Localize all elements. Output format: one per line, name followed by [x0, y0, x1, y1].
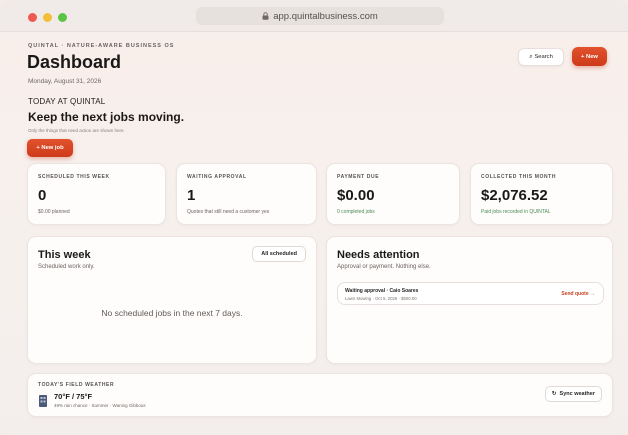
stat-note: 0 completed jobs	[337, 209, 375, 215]
sync-weather-label: Sync weather	[559, 391, 595, 397]
stat-label: SCHEDULED THIS WEEK	[38, 174, 110, 180]
attention-item-meta: Lawn Mowing · Oct 5, 2026 · $500.00	[345, 296, 417, 301]
headline-subtext: Only the things that need action are sho…	[28, 128, 125, 133]
stat-note: Quotes that still need a customer yes	[187, 209, 270, 215]
new-job-button[interactable]: + New job	[27, 139, 73, 157]
stat-value: $0.00	[337, 187, 375, 204]
stat-card-waiting-approval[interactable]: WAITING APPROVAL 1 Quotes that still nee…	[176, 163, 317, 225]
dashboard-page: QUINTAL · NATURE-AWARE BUSINESS OS Dashb…	[0, 33, 628, 435]
needs-attention-panel: Needs attention Approval or payment. Not…	[326, 236, 613, 364]
needs-attention-title: Needs attention	[337, 249, 420, 261]
empty-state-message: No scheduled jobs in the next 7 days.	[101, 308, 243, 318]
stat-card-collected[interactable]: COLLECTED THIS MONTH $2,076.52 Paid jobs…	[470, 163, 613, 225]
refresh-icon: ↻	[551, 391, 557, 397]
attention-item-title: Waiting approval · Caio Soares	[345, 288, 419, 294]
weather-details: 49% rain chance · Summer · Waning Gibbou…	[54, 403, 146, 408]
maximize-window-button[interactable]	[58, 13, 67, 22]
stat-label: PAYMENT DUE	[337, 174, 380, 180]
stat-value: 1	[187, 187, 196, 204]
brand-eyebrow: QUINTAL · NATURE-AWARE BUSINESS OS	[28, 43, 175, 49]
current-date: Monday, August 31, 2026	[28, 78, 102, 85]
stat-note: Paid jobs recorded in QUINTAL	[481, 209, 551, 215]
url-text: app.quintalbusiness.com	[273, 10, 378, 22]
weather-card: TODAY'S FIELD WEATHER 70°F / 75°F 49% ra…	[27, 373, 613, 417]
close-window-button[interactable]	[28, 13, 37, 22]
headline: Keep the next jobs moving.	[28, 110, 185, 124]
weather-temperature: 70°F / 75°F	[54, 392, 93, 401]
page-title: Dashboard	[27, 52, 122, 72]
search-button[interactable]: ⌕ Search	[518, 48, 564, 66]
all-scheduled-button[interactable]: All scheduled	[252, 246, 306, 262]
attention-item[interactable]: Waiting approval · Caio Soares Lawn Mowi…	[337, 282, 604, 305]
weather-label: TODAY'S FIELD WEATHER	[38, 382, 115, 388]
new-button[interactable]: + New	[572, 47, 607, 66]
this-week-title: This week	[38, 249, 91, 261]
this-week-panel: This week Scheduled work only. All sched…	[27, 236, 317, 364]
address-bar[interactable]: app.quintalbusiness.com	[196, 7, 444, 25]
stat-note: $0.00 planned	[38, 209, 70, 215]
today-heading: TODAY AT QUINTAL	[28, 97, 106, 106]
search-icon: ⌕	[529, 53, 533, 60]
building-icon	[38, 394, 48, 407]
search-button-label: Search	[534, 54, 553, 60]
stat-label: COLLECTED THIS MONTH	[481, 174, 557, 180]
this-week-subtitle: Scheduled work only.	[38, 264, 95, 270]
lock-icon	[262, 12, 269, 20]
stat-value: 0	[38, 187, 47, 204]
needs-attention-subtitle: Approval or payment. Nothing else.	[337, 264, 431, 270]
send-quote-link[interactable]: Send quote →	[561, 291, 595, 297]
browser-window: app.quintalbusiness.com QUINTAL · NATURE…	[0, 0, 628, 435]
stat-card-payment-due[interactable]: PAYMENT DUE $0.00 0 completed jobs	[326, 163, 460, 225]
stat-value: $2,076.52	[481, 187, 548, 204]
sync-weather-button[interactable]: ↻ Sync weather	[544, 386, 602, 402]
minimize-window-button[interactable]	[43, 13, 52, 22]
stat-card-scheduled[interactable]: SCHEDULED THIS WEEK 0 $0.00 planned	[27, 163, 166, 225]
stat-label: WAITING APPROVAL	[187, 174, 247, 180]
browser-titlebar: app.quintalbusiness.com	[0, 0, 628, 32]
